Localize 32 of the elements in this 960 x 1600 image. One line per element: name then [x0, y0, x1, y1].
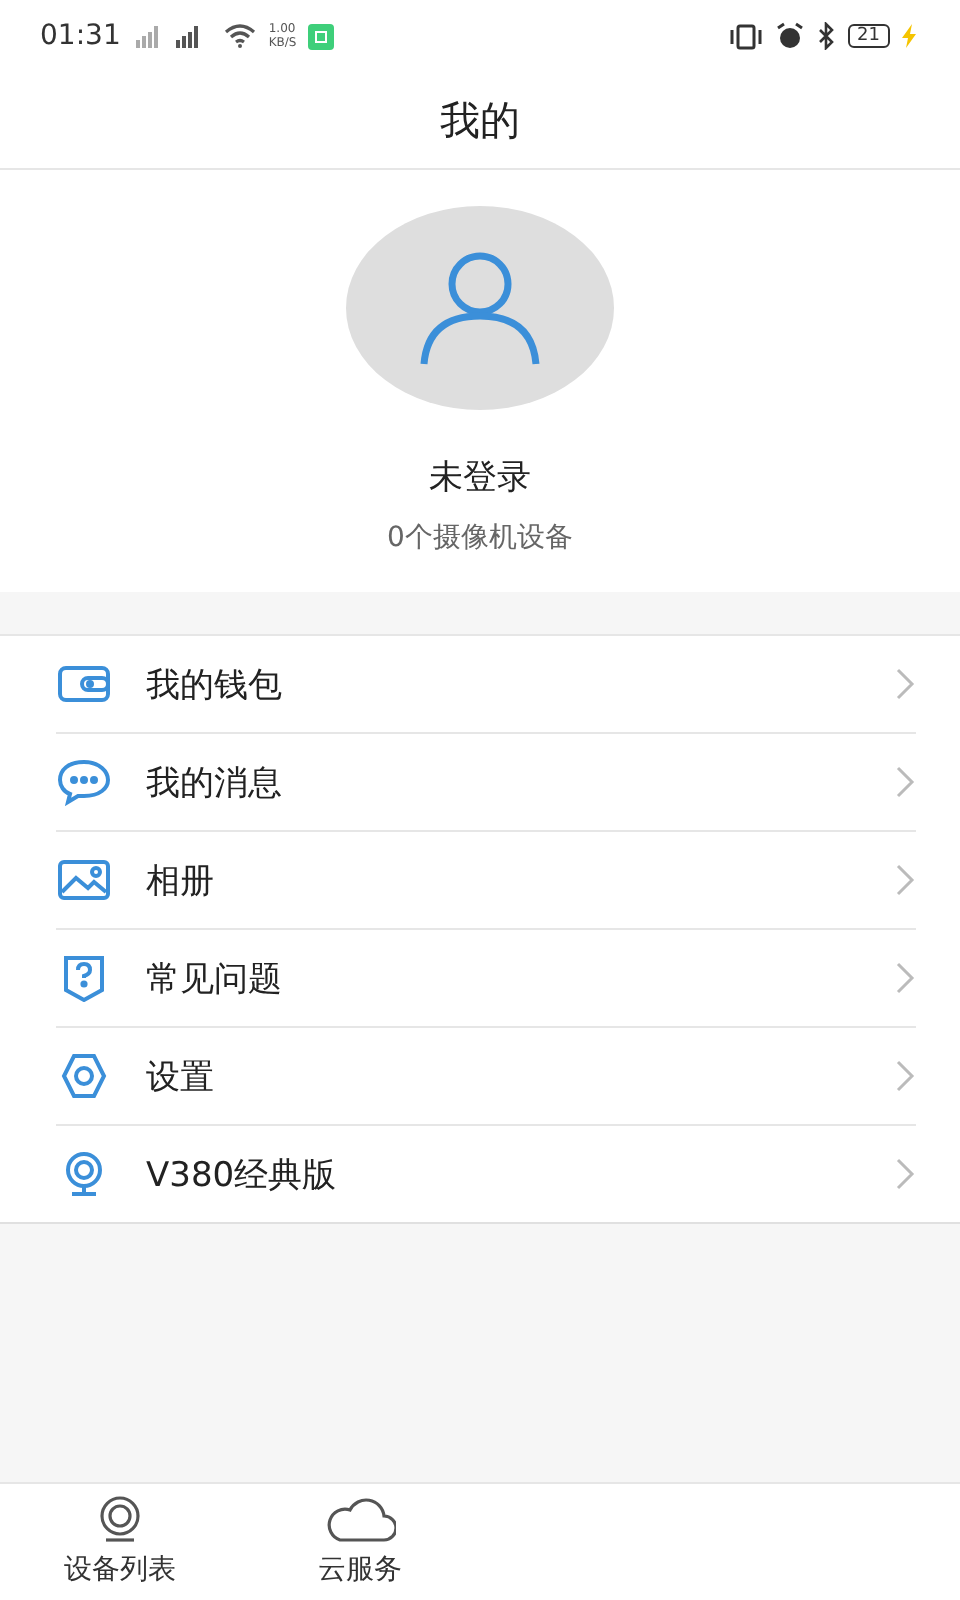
vibrate-icon [727, 23, 764, 49]
menu-item[interactable]: V380经典版 [56, 1126, 960, 1222]
menu-item[interactable]: 常见问题 [56, 930, 916, 1028]
cloud-icon [324, 1496, 396, 1544]
page-title: 我的 [440, 93, 520, 147]
user-icon [416, 248, 544, 368]
charging-icon [902, 24, 916, 48]
nav-tab[interactable]: 云服务 [240, 1484, 480, 1600]
menu-item[interactable]: 我的消息 [56, 734, 916, 832]
settings-icon [56, 1052, 112, 1100]
chevron-icon [896, 1158, 916, 1190]
chevron-icon [896, 766, 916, 798]
wallet-icon [56, 660, 112, 708]
battery-level: 21 [847, 24, 890, 48]
picture-icon [56, 856, 112, 904]
login-status[interactable]: 未登录 [429, 454, 531, 500]
menu-item[interactable]: 我的钱包 [56, 636, 916, 734]
menu-item[interactable]: 设置 [56, 1028, 916, 1126]
bluetooth-icon [815, 22, 836, 50]
nav-tab[interactable]: 设备列表 [0, 1484, 240, 1600]
menu-item[interactable]: 相册 [56, 832, 916, 930]
chevron-icon [896, 962, 916, 994]
chat-bubble-icon [56, 758, 112, 806]
wifi-icon [224, 24, 257, 48]
chevron-icon [896, 1060, 916, 1092]
chevron-icon [896, 668, 916, 700]
alarm-icon [775, 22, 804, 50]
chevron-icon [896, 864, 916, 896]
webcam-icon [94, 1496, 146, 1544]
status-time: 01:31 [40, 20, 121, 52]
device-count: 0个摄像机设备 [387, 520, 573, 556]
app-notification-icon [308, 23, 335, 49]
